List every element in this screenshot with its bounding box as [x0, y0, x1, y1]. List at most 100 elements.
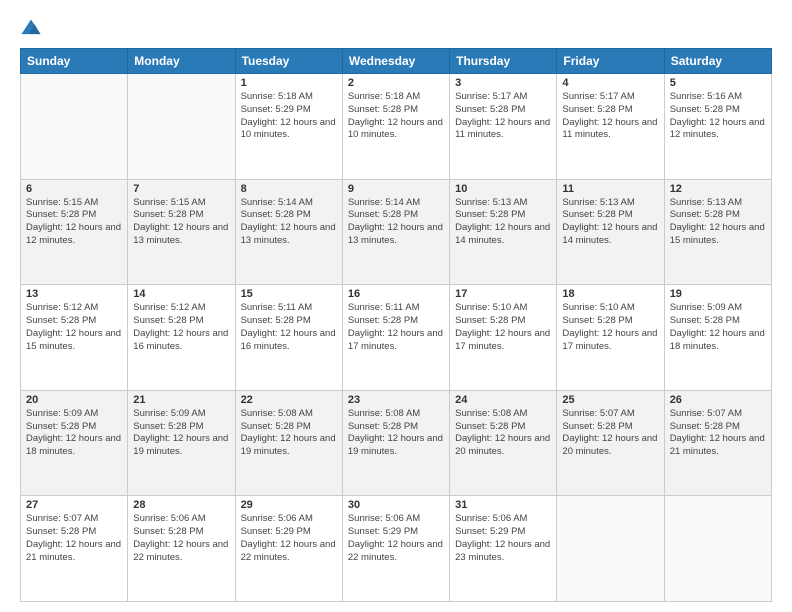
calendar-week-row: 20 Sunrise: 5:09 AM Sunset: 5:28 PM Dayli…: [21, 390, 772, 496]
logo: [20, 18, 46, 40]
calendar-week-row: 27Sunrise: 5:07 AM Sunset: 5:28 PM Dayli…: [21, 496, 772, 602]
calendar-cell: 2 Sunrise: 5:18 AM Sunset: 5:28 PM Daylig…: [342, 74, 449, 180]
day-info: Sunrise: 5:14 AM Sunset: 5:28 PM Dayligh…: [241, 197, 337, 248]
day-number: 10: [455, 183, 551, 195]
calendar-cell: 7 Sunrise: 5:15 AM Sunset: 5:28 PM Daylig…: [128, 179, 235, 285]
calendar-cell: 14Sunrise: 5:12 AM Sunset: 5:28 PM Dayli…: [128, 285, 235, 391]
day-number: 5: [670, 77, 766, 89]
day-number: 12: [670, 183, 766, 195]
day-info: Sunrise: 5:09 AM Sunset: 5:28 PM Dayligh…: [133, 408, 229, 459]
day-info: Sunrise: 5:14 AM Sunset: 5:28 PM Dayligh…: [348, 197, 444, 248]
day-number: 11: [562, 183, 658, 195]
calendar-cell: 17 Sunrise: 5:10 AM Sunset: 5:28 PM Dayli…: [450, 285, 557, 391]
day-of-week-header: Monday: [128, 49, 235, 74]
day-of-week-header: Sunday: [21, 49, 128, 74]
calendar-cell: 30Sunrise: 5:06 AM Sunset: 5:29 PM Dayli…: [342, 496, 449, 602]
day-info: Sunrise: 5:09 AM Sunset: 5:28 PM Dayligh…: [26, 408, 122, 459]
day-info: Sunrise: 5:15 AM Sunset: 5:28 PM Dayligh…: [133, 197, 229, 248]
calendar-cell: 25 Sunrise: 5:07 AM Sunset: 5:28 PM Dayli…: [557, 390, 664, 496]
day-info: Sunrise: 5:15 AM Sunset: 5:28 PM Dayligh…: [26, 197, 122, 248]
day-of-week-header: Wednesday: [342, 49, 449, 74]
day-info: Sunrise: 5:18 AM Sunset: 5:28 PM Dayligh…: [348, 91, 444, 142]
calendar-cell: 12 Sunrise: 5:13 AM Sunset: 5:28 PM Dayli…: [664, 179, 771, 285]
day-of-week-header: Saturday: [664, 49, 771, 74]
day-info: Sunrise: 5:13 AM Sunset: 5:28 PM Dayligh…: [562, 197, 658, 248]
day-of-week-header: Friday: [557, 49, 664, 74]
day-info: Sunrise: 5:07 AM Sunset: 5:28 PM Dayligh…: [26, 513, 122, 564]
calendar-cell: 3 Sunrise: 5:17 AM Sunset: 5:28 PM Daylig…: [450, 74, 557, 180]
calendar-week-row: 6Sunrise: 5:15 AM Sunset: 5:28 PM Daylig…: [21, 179, 772, 285]
calendar-cell: 5Sunrise: 5:16 AM Sunset: 5:28 PM Daylig…: [664, 74, 771, 180]
day-info: Sunrise: 5:06 AM Sunset: 5:28 PM Dayligh…: [133, 513, 229, 564]
day-number: 29: [241, 499, 337, 511]
day-number: 7: [133, 183, 229, 195]
day-info: Sunrise: 5:10 AM Sunset: 5:28 PM Dayligh…: [455, 302, 551, 353]
day-number: 26: [670, 394, 766, 406]
day-info: Sunrise: 5:13 AM Sunset: 5:28 PM Dayligh…: [455, 197, 551, 248]
day-info: Sunrise: 5:08 AM Sunset: 5:28 PM Dayligh…: [348, 408, 444, 459]
day-number: 20: [26, 394, 122, 406]
day-info: Sunrise: 5:06 AM Sunset: 5:29 PM Dayligh…: [455, 513, 551, 564]
calendar-cell: 15 Sunrise: 5:11 AM Sunset: 5:28 PM Dayli…: [235, 285, 342, 391]
calendar-week-row: 1 Sunrise: 5:18 AM Sunset: 5:29 PM Daylig…: [21, 74, 772, 180]
day-number: 21: [133, 394, 229, 406]
calendar-cell: 10 Sunrise: 5:13 AM Sunset: 5:28 PM Dayli…: [450, 179, 557, 285]
day-number: 13: [26, 288, 122, 300]
day-of-week-header: Tuesday: [235, 49, 342, 74]
day-number: 4: [562, 77, 658, 89]
day-number: 25: [562, 394, 658, 406]
calendar-cell: [128, 74, 235, 180]
calendar-cell: 22 Sunrise: 5:08 AM Sunset: 5:28 PM Dayli…: [235, 390, 342, 496]
calendar-cell: [21, 74, 128, 180]
day-number: 24: [455, 394, 551, 406]
day-number: 22: [241, 394, 337, 406]
calendar-cell: 13Sunrise: 5:12 AM Sunset: 5:28 PM Dayli…: [21, 285, 128, 391]
day-info: Sunrise: 5:09 AM Sunset: 5:28 PM Dayligh…: [670, 302, 766, 353]
calendar-cell: 27Sunrise: 5:07 AM Sunset: 5:28 PM Dayli…: [21, 496, 128, 602]
calendar-cell: 6Sunrise: 5:15 AM Sunset: 5:28 PM Daylig…: [21, 179, 128, 285]
day-number: 19: [670, 288, 766, 300]
day-number: 17: [455, 288, 551, 300]
calendar-cell: [557, 496, 664, 602]
day-number: 31: [455, 499, 551, 511]
calendar-cell: 31 Sunrise: 5:06 AM Sunset: 5:29 PM Dayli…: [450, 496, 557, 602]
day-info: Sunrise: 5:07 AM Sunset: 5:28 PM Dayligh…: [562, 408, 658, 459]
calendar-cell: 11 Sunrise: 5:13 AM Sunset: 5:28 PM Dayli…: [557, 179, 664, 285]
day-info: Sunrise: 5:10 AM Sunset: 5:28 PM Dayligh…: [562, 302, 658, 353]
day-info: Sunrise: 5:18 AM Sunset: 5:29 PM Dayligh…: [241, 91, 337, 142]
day-number: 15: [241, 288, 337, 300]
day-info: Sunrise: 5:07 AM Sunset: 5:28 PM Dayligh…: [670, 408, 766, 459]
day-info: Sunrise: 5:12 AM Sunset: 5:28 PM Dayligh…: [133, 302, 229, 353]
day-info: Sunrise: 5:11 AM Sunset: 5:28 PM Dayligh…: [241, 302, 337, 353]
logo-icon: [20, 18, 42, 40]
day-number: 28: [133, 499, 229, 511]
calendar-week-row: 13 Sunrise: 5:12 AM Sunset: 5:28 PM Dayli…: [21, 285, 772, 391]
day-number: 9: [348, 183, 444, 195]
calendar-cell: 18 Sunrise: 5:10 AM Sunset: 5:28 PM Dayli…: [557, 285, 664, 391]
calendar-cell: 28 Sunrise: 5:06 AM Sunset: 5:28 PM Dayli…: [128, 496, 235, 602]
calendar-cell: 16 Sunrise: 5:11 AM Sunset: 5:28 PM Dayli…: [342, 285, 449, 391]
calendar-cell: [664, 496, 771, 602]
day-info: Sunrise: 5:06 AM Sunset: 5:29 PM Dayligh…: [241, 513, 337, 564]
calendar-cell: 20 Sunrise: 5:09 AM Sunset: 5:28 PM Dayli…: [21, 390, 128, 496]
day-number: 3: [455, 77, 551, 89]
day-info: Sunrise: 5:08 AM Sunset: 5:28 PM Dayligh…: [241, 408, 337, 459]
calendar-cell: 1 Sunrise: 5:18 AM Sunset: 5:29 PM Daylig…: [235, 74, 342, 180]
calendar-page: SundayMondayTuesdayWednesdayThursdayFrid…: [0, 0, 792, 612]
day-info: Sunrise: 5:06 AM Sunset: 5:29 PM Dayligh…: [348, 513, 444, 564]
day-info: Sunrise: 5:13 AM Sunset: 5:28 PM Dayligh…: [670, 197, 766, 248]
day-number: 16: [348, 288, 444, 300]
calendar-cell: 21 Sunrise: 5:09 AM Sunset: 5:28 PM Dayli…: [128, 390, 235, 496]
day-number: 18: [562, 288, 658, 300]
calendar-cell: 9 Sunrise: 5:14 AM Sunset: 5:28 PM Daylig…: [342, 179, 449, 285]
calendar-table: SundayMondayTuesdayWednesdayThursdayFrid…: [20, 48, 772, 602]
day-number: 1: [241, 77, 337, 89]
day-info: Sunrise: 5:17 AM Sunset: 5:28 PM Dayligh…: [455, 91, 551, 142]
day-info: Sunrise: 5:11 AM Sunset: 5:28 PM Dayligh…: [348, 302, 444, 353]
calendar-cell: 29 Sunrise: 5:06 AM Sunset: 5:29 PM Dayli…: [235, 496, 342, 602]
calendar-header-row: SundayMondayTuesdayWednesdayThursdayFrid…: [21, 49, 772, 74]
header: [20, 18, 772, 40]
day-number: 2: [348, 77, 444, 89]
day-of-week-header: Thursday: [450, 49, 557, 74]
calendar-cell: 23Sunrise: 5:08 AM Sunset: 5:28 PM Dayli…: [342, 390, 449, 496]
